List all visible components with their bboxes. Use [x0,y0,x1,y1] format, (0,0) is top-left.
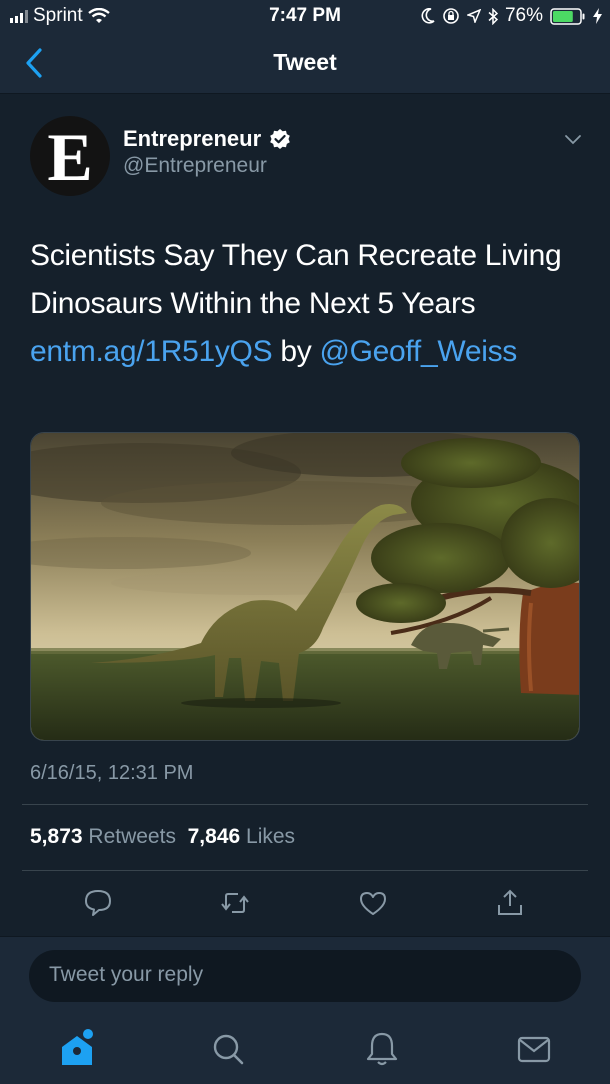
like-icon[interactable] [358,888,388,918]
avatar[interactable]: E [30,116,110,196]
divider [22,804,588,805]
tweet-image[interactable] [30,432,580,741]
likes-stat[interactable]: 7,846 Likes [188,825,295,848]
author-name-row[interactable]: Entrepreneur [123,126,291,152]
avatar-letter: E [47,119,93,195]
rotation-lock-icon [443,8,459,24]
notifications-icon[interactable] [362,1029,402,1069]
battery-icon [550,7,585,25]
retweets-label: Retweets [88,825,176,848]
tweet-text-body: Scientists Say They Can Recreate Living … [30,239,562,320]
chevron-down-icon[interactable] [564,134,582,146]
home-icon[interactable] [57,1029,97,1069]
retweet-icon[interactable] [220,888,250,918]
search-icon[interactable] [208,1029,248,1069]
bluetooth-icon [488,7,498,25]
reply-input[interactable]: Tweet your reply [29,950,581,1002]
retweets-count: 5,873 [30,825,83,848]
do-not-disturb-icon [421,8,435,24]
tweet-timestamp: 6/16/15, 12:31 PM [30,762,194,784]
reply-icon[interactable] [83,888,113,918]
dinosaur-scene-image [31,433,579,740]
tweet-mention[interactable]: @Geoff_Weiss [319,335,517,368]
author-handle[interactable]: @Entrepreneur [123,154,267,178]
retweets-stat[interactable]: 5,873 Retweets [30,825,176,848]
likes-count: 7,846 [187,825,241,848]
verified-badge-icon [270,129,290,149]
likes-label: Likes [246,825,296,848]
page-title: Tweet [273,49,337,75]
divider [22,870,588,871]
location-icon [466,9,481,23]
tweet-actions [0,888,610,936]
status-bar: Sprint 7:47 PM 76% [0,0,610,32]
bottom-bar: Tweet your reply [0,936,610,1084]
charging-icon [593,8,602,24]
tweet-stats: 5,873 Retweets 7,846 Likes [30,825,295,849]
tweet-text: Scientists Say They Can Recreate Living … [30,232,580,376]
messages-icon[interactable] [514,1029,554,1069]
reply-placeholder: Tweet your reply [49,963,204,986]
share-icon[interactable] [495,888,525,918]
nav-bar: Tweet [0,32,610,94]
author-name: Entrepreneur [123,126,262,151]
tweet-text-by: by [272,335,320,368]
tweet-link[interactable]: entm.ag/1R51yQS [30,335,273,368]
battery-percent: 76% [504,5,543,26]
